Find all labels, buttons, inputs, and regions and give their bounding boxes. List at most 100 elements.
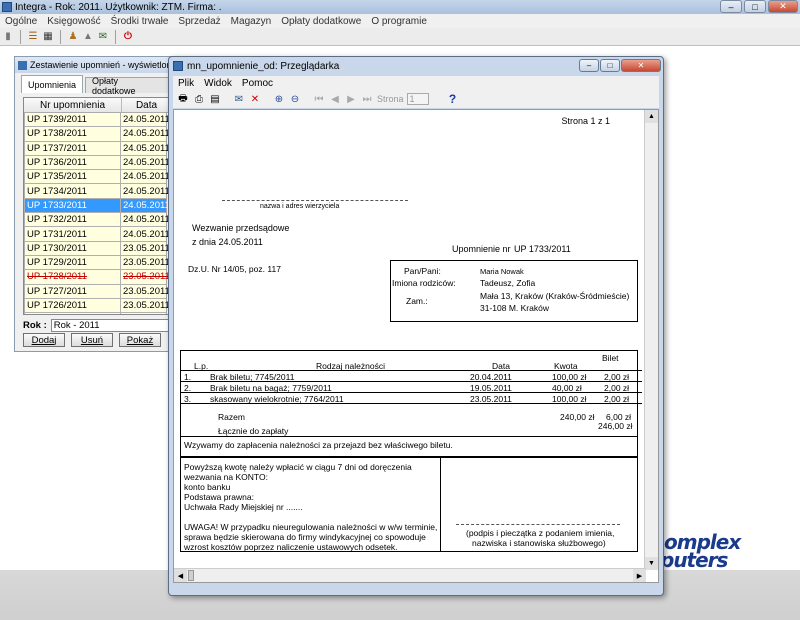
print-setup-icon[interactable]: ⎙ [193,93,205,105]
table-row[interactable]: UP 1736/2011 24.05.2011 [24,155,172,171]
menu-oplaty-dodatkowe[interactable]: Opłaty dodatkowe [276,16,366,27]
export-icon[interactable]: ✉ [97,31,109,43]
users-icon[interactable]: ♟ [67,31,79,43]
menu-widok[interactable]: Widok [199,78,237,89]
warning-line-2: sprawa będzie skierowana do firmy windyk… [184,532,426,542]
year-label: Rok : [23,320,47,331]
close-report-icon[interactable]: ✕ [249,93,261,105]
copy-icon[interactable]: ▮ [2,31,14,43]
debtor-name-label: Pan/Pani: [404,266,441,276]
table-row[interactable] [24,313,172,314]
charge-lp: 2. [184,382,192,393]
scroll-down-arrow[interactable]: ▼ [645,557,658,570]
viewer-maximize-button[interactable]: □ [600,59,620,72]
header-lp: L.p. [194,360,209,371]
table-row[interactable]: UP 1730/2011 23.05.2011 [24,241,172,256]
horizontal-scroll-thumb[interactable] [188,570,194,581]
table-row[interactable]: UP 1735/2011 24.05.2011 [24,170,172,185]
tab-oplaty-dodatkowe[interactable]: Opłaty dodatkowe [85,76,171,96]
help-icon[interactable]: ? [447,92,459,106]
menu-pomoc[interactable]: Pomoc [237,78,278,89]
charge-row: 2. Brak biletu na bagaż; 7759/2011 19.05.2… [180,382,642,393]
scroll-left-arrow[interactable]: ◀ [174,569,187,582]
zoom-out-icon[interactable]: ⊖ [289,93,301,105]
cell-data: 23.05.2011 [121,298,170,314]
first-page-icon[interactable]: ⏮ [313,93,325,105]
close-button[interactable]: ✕ [768,0,798,13]
payment-line-3: konto banku [184,482,231,492]
show-button[interactable]: Pokaż [119,333,161,347]
save-icon[interactable]: ▤ [209,93,221,105]
menu-srodki-trwale[interactable]: Środki trwałe [106,16,174,27]
charges-table-header: L.p. Rodzaj należności Data Kwota [180,360,642,371]
power-icon[interactable]: ⏻ [122,31,134,43]
report-page-area[interactable]: Strona 1 z 1 nazwa i adres wierzyciela W… [173,109,659,583]
lock-icon[interactable]: ▲ [82,31,94,43]
table-row[interactable]: UP 1729/2011 23.05.2011 [24,255,172,271]
table-row[interactable]: UP 1733/2011 24.05.2011 [24,198,172,214]
page-label: Strona [377,94,404,104]
delete-button[interactable]: Usuń [71,333,113,347]
year-filter: Rok : Rok - 2011 [23,319,171,332]
year-select[interactable]: Rok - 2011 [50,319,171,332]
charge-bilet: 2,00 zł [604,371,630,382]
charge-kwota: 100,00 zł [552,371,587,382]
column-header-data[interactable]: Data [122,98,172,112]
charge-rodzaj: skasowany wielokrotnie; 7764/2011 [210,393,344,404]
charge-kwota: 100,00 zł [552,393,587,404]
list-window-title: Zestawienie upomnień - wyświetlone elem [30,60,173,70]
table-row[interactable]: UP 1734/2011 24.05.2011 [24,184,172,199]
viewer-close-button[interactable]: ✕ [621,59,661,72]
table-row[interactable]: UP 1728/2011 23.05.2011 [24,270,172,285]
list-buttons: Dodaj Usuń Pokaż [23,333,161,347]
maximize-button[interactable]: □ [744,0,766,13]
minimize-button[interactable]: – [720,0,742,13]
horizontal-scrollbar[interactable]: ◀ ▶ [174,568,646,582]
vertical-scrollbar[interactable]: ▲ ▼ [644,110,658,570]
page-number-input[interactable]: 1 [406,93,429,105]
print-icon[interactable]: 🖶 [177,93,189,105]
next-page-icon[interactable]: ▶ [345,93,357,105]
viewer-minimize-button[interactable]: – [579,59,599,72]
address-label: Zam.: [406,296,428,306]
menu-o-programie[interactable]: O programie [366,16,432,27]
table-row[interactable]: UP 1731/2011 24.05.2011 [24,227,172,242]
cell-data: 24.05.2011 [121,184,170,199]
list-icon[interactable]: ☰ [27,31,39,43]
menu-ksiegowosc[interactable]: Księgowość [42,16,105,27]
zoom-in-icon[interactable]: ⊕ [273,93,285,105]
grid-icon[interactable]: ▦ [42,31,54,43]
creditor-caption: nazwa i adres wierzyciela [260,203,340,210]
scroll-right-arrow[interactable]: ▶ [633,569,646,582]
prev-page-icon[interactable]: ◀ [329,93,341,105]
app-toolbar: ▮ ☰ ▦ ♟ ▲ ✉ ⏻ [0,28,800,46]
email-icon[interactable]: ✉ [233,93,245,105]
table-row[interactable]: UP 1726/2011 23.05.2011 [24,298,172,314]
address-line-1: Mała 13, Kraków (Kraków-Śródmieście) [480,291,630,301]
menu-magazyn[interactable]: Magazyn [226,16,277,27]
cell-nr: UP 1739/2011 [24,113,121,128]
app-title: Integra - Rok: 2011. Użytkownik: ZTM. Fi… [15,1,222,13]
add-button[interactable]: Dodaj [23,333,65,347]
table-row[interactable]: UP 1739/2011 24.05.2011 [24,113,172,128]
cell-data: 23.05.2011 [121,270,170,285]
cell-data: 24.05.2011 [121,227,170,242]
table-row[interactable]: UP 1732/2011 24.05.2011 [24,213,172,228]
column-header-nr[interactable]: Nr upomnienia [24,98,122,112]
tab-upomnienia[interactable]: Upomnienia [21,75,84,93]
charge-bilet: 2,00 zł [604,382,630,393]
menu-ogolne[interactable]: Ogólne [0,16,42,27]
menu-plik[interactable]: Plik [173,78,199,89]
table-row[interactable]: UP 1737/2011 24.05.2011 [24,141,172,156]
parents-names: Tadeusz, Zofia [480,278,536,288]
table-row[interactable]: UP 1727/2011 23.05.2011 [24,284,172,299]
creditor-dotted-line [222,200,408,201]
document-date: z dnia 24.05.2011 [192,237,263,247]
document-title: Wezwanie przedsądowe [192,223,290,233]
table-row[interactable]: UP 1738/2011 24.05.2011 [24,127,172,142]
scroll-up-arrow[interactable]: ▲ [645,110,658,123]
menu-sprzedaz[interactable]: Sprzedaż [173,16,225,27]
company-logo: omplex puters [660,530,800,572]
last-page-icon[interactable]: ⏭ [361,93,373,105]
list-window-titlebar[interactable]: Zestawienie upomnień - wyświetlone elem [15,57,173,73]
